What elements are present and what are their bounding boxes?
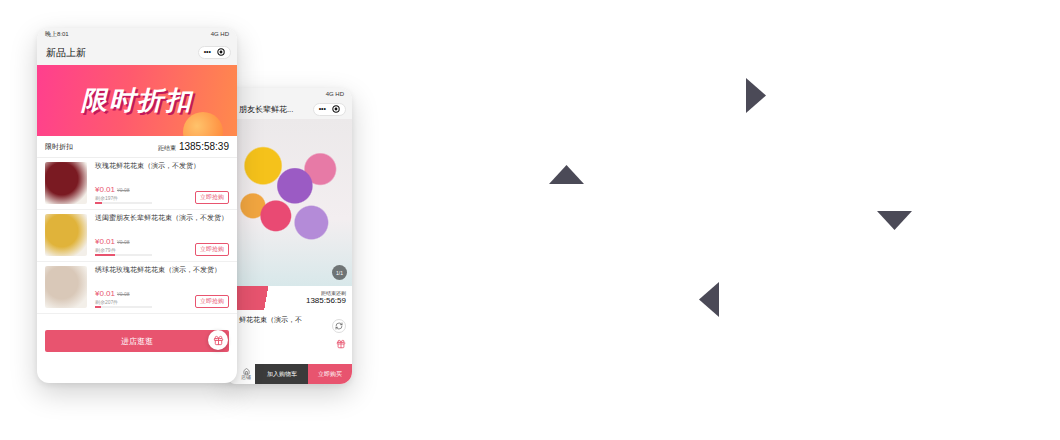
tab-label: 立即购买 bbox=[318, 370, 342, 379]
page-title: 朋友长辈鲜花... bbox=[239, 105, 293, 115]
gift-row bbox=[225, 333, 352, 349]
sale-price: ¥0.01 bbox=[95, 237, 115, 246]
stock-left: 剩余207件 bbox=[95, 299, 152, 305]
section-title: 限时折扣 bbox=[45, 142, 73, 152]
product-image[interactable] bbox=[45, 162, 87, 204]
section-header: 限时折扣 距结束1385:58:39 bbox=[37, 136, 237, 158]
stock-progress-fill bbox=[95, 202, 102, 204]
more-button[interactable]: ••• bbox=[204, 48, 211, 56]
grab-button[interactable]: 立即抢购 bbox=[195, 243, 229, 256]
cart-tab[interactable]: 加入购物车 bbox=[255, 364, 308, 384]
product-info: 绣球花玫瑰花鲜花花束（演示，不发货）¥0.01¥0.08剩余207件立即抢购 bbox=[95, 266, 229, 308]
bottom-bar: 店铺 加入购物车 立即购买 bbox=[225, 364, 352, 384]
detail-phone: 4G HD 朋友长辈鲜花... ••• 1/1 距结束还剩1385:56:59 鲜花花束（… bbox=[225, 88, 352, 384]
stock-progress bbox=[95, 254, 152, 256]
product-name: 玫瑰花鲜花花束（演示，不发货） bbox=[95, 162, 229, 170]
sale-price: ¥0.01 bbox=[95, 289, 115, 298]
tab-label: 店铺 bbox=[241, 375, 251, 380]
countdown: 距结束还剩1385:56:59 bbox=[275, 286, 352, 310]
status-bar: 4G HD bbox=[225, 88, 352, 100]
product-row[interactable]: 绣球花玫瑰花鲜花花束（演示，不发货）¥0.01¥0.08剩余207件立即抢购 bbox=[37, 262, 237, 314]
gift-icon[interactable] bbox=[336, 339, 346, 349]
countdown-label: 距结束还剩 bbox=[321, 291, 346, 296]
status-bar: 晚上8:01 4G HD bbox=[37, 28, 237, 40]
price-line: ¥0.01¥0.08 bbox=[95, 185, 152, 194]
stock-progress bbox=[95, 306, 152, 308]
product-name: 绣球花玫瑰花鲜花花束（演示，不发货） bbox=[95, 266, 229, 274]
arrow-right-icon bbox=[746, 78, 766, 113]
product-image[interactable] bbox=[45, 214, 87, 256]
product-name-row: 鲜花花束（演示，不 bbox=[225, 310, 352, 333]
product-row[interactable]: 玫瑰花鲜花花束（演示，不发货）¥0.01¥0.08剩余197件立即抢购 bbox=[37, 158, 237, 210]
canvas: 晚上8:014G HD新品上新•••限时折扣限时折扣距结束1385:58:39玫… bbox=[0, 0, 1060, 440]
record-icon[interactable] bbox=[217, 48, 225, 56]
capsule-menu[interactable]: ••• bbox=[313, 103, 346, 115]
original-price: ¥0.08 bbox=[117, 291, 130, 297]
product-photo[interactable]: 1/1 bbox=[225, 119, 352, 286]
product-name: 送闺蜜朋友长辈鲜花花束（演示，不发货） bbox=[95, 214, 229, 222]
price-block: ¥0.01¥0.08剩余79件 bbox=[95, 237, 152, 256]
page-title: 新品上新 bbox=[46, 46, 86, 60]
buy-tab[interactable]: 立即购买 bbox=[308, 364, 352, 384]
price-line: ¥0.01¥0.08 bbox=[95, 289, 152, 298]
stock-progress-fill bbox=[95, 254, 115, 256]
image-counter: 1/1 bbox=[332, 265, 347, 280]
countdown-time: 1385:58:39 bbox=[179, 141, 229, 152]
product-bottom: ¥0.01¥0.08剩余207件立即抢购 bbox=[95, 289, 229, 308]
countdown: 距结束1385:58:39 bbox=[158, 141, 229, 153]
product-info: 送闺蜜朋友长辈鲜花花束（演示，不发货）¥0.01¥0.08剩余79件立即抢购 bbox=[95, 214, 229, 256]
stock-progress-fill bbox=[95, 306, 101, 308]
product-info: 玫瑰花鲜花花束（演示，不发货）¥0.01¥0.08剩余197件立即抢购 bbox=[95, 162, 229, 204]
arrow-up-icon bbox=[549, 165, 584, 184]
record-icon[interactable] bbox=[332, 105, 340, 113]
promo-banner[interactable]: 限时折扣 bbox=[37, 65, 237, 136]
stock-progress bbox=[95, 202, 152, 204]
countdown-time: 1385:56:59 bbox=[306, 296, 346, 305]
nav-bar: 新品上新 ••• bbox=[37, 40, 237, 65]
list-phone: 晚上8:014G HD新品上新•••限时折扣限时折扣距结束1385:58:39玫… bbox=[37, 28, 237, 383]
original-price: ¥0.08 bbox=[117, 187, 130, 193]
share-button[interactable] bbox=[332, 319, 346, 333]
gift-button[interactable] bbox=[208, 330, 228, 350]
home-icon bbox=[243, 368, 250, 375]
tab-label: 加入购物车 bbox=[267, 370, 297, 379]
price-line: ¥0.01¥0.08 bbox=[95, 237, 152, 246]
status-network: 4G HD bbox=[326, 91, 344, 97]
product-bottom: ¥0.01¥0.08剩余197件立即抢购 bbox=[95, 185, 229, 204]
refresh-icon bbox=[335, 322, 343, 330]
stock-left: 剩余79件 bbox=[95, 247, 152, 253]
arrow-left-icon bbox=[699, 282, 719, 317]
banner-title: 限时折扣 bbox=[81, 83, 193, 118]
sale-price: ¥0.01 bbox=[95, 185, 115, 194]
product-bottom: ¥0.01¥0.08剩余79件立即抢购 bbox=[95, 237, 229, 256]
status-network: 4G HD bbox=[211, 31, 229, 37]
gift-icon bbox=[213, 335, 224, 346]
more-button[interactable]: ••• bbox=[319, 105, 326, 113]
grab-button[interactable]: 立即抢购 bbox=[195, 191, 229, 204]
home-tab[interactable]: 店铺 bbox=[237, 364, 255, 384]
stock-left: 剩余197件 bbox=[95, 195, 152, 201]
original-price: ¥0.08 bbox=[117, 239, 130, 245]
price-block: ¥0.01¥0.08剩余197件 bbox=[95, 185, 152, 204]
price-block: ¥0.01¥0.08剩余207件 bbox=[95, 289, 152, 308]
product-row[interactable]: 送闺蜜朋友长辈鲜花花束（演示，不发货）¥0.01¥0.08剩余79件立即抢购 bbox=[37, 210, 237, 262]
nav-bar: 朋友长辈鲜花... ••• bbox=[225, 100, 352, 119]
capsule-menu[interactable]: ••• bbox=[198, 46, 231, 58]
flash-sale-strip: 距结束还剩1385:56:59 bbox=[225, 286, 352, 310]
status-time: 晚上8:01 bbox=[45, 30, 69, 39]
product-image[interactable] bbox=[45, 266, 87, 308]
arrow-down-icon bbox=[877, 211, 912, 230]
countdown-label: 距结束 bbox=[158, 144, 176, 153]
grab-button[interactable]: 立即抢购 bbox=[195, 295, 229, 308]
product-name: 鲜花花束（演示，不 bbox=[239, 315, 302, 325]
enter-shop-button[interactable]: 进店逛逛 bbox=[45, 330, 229, 352]
